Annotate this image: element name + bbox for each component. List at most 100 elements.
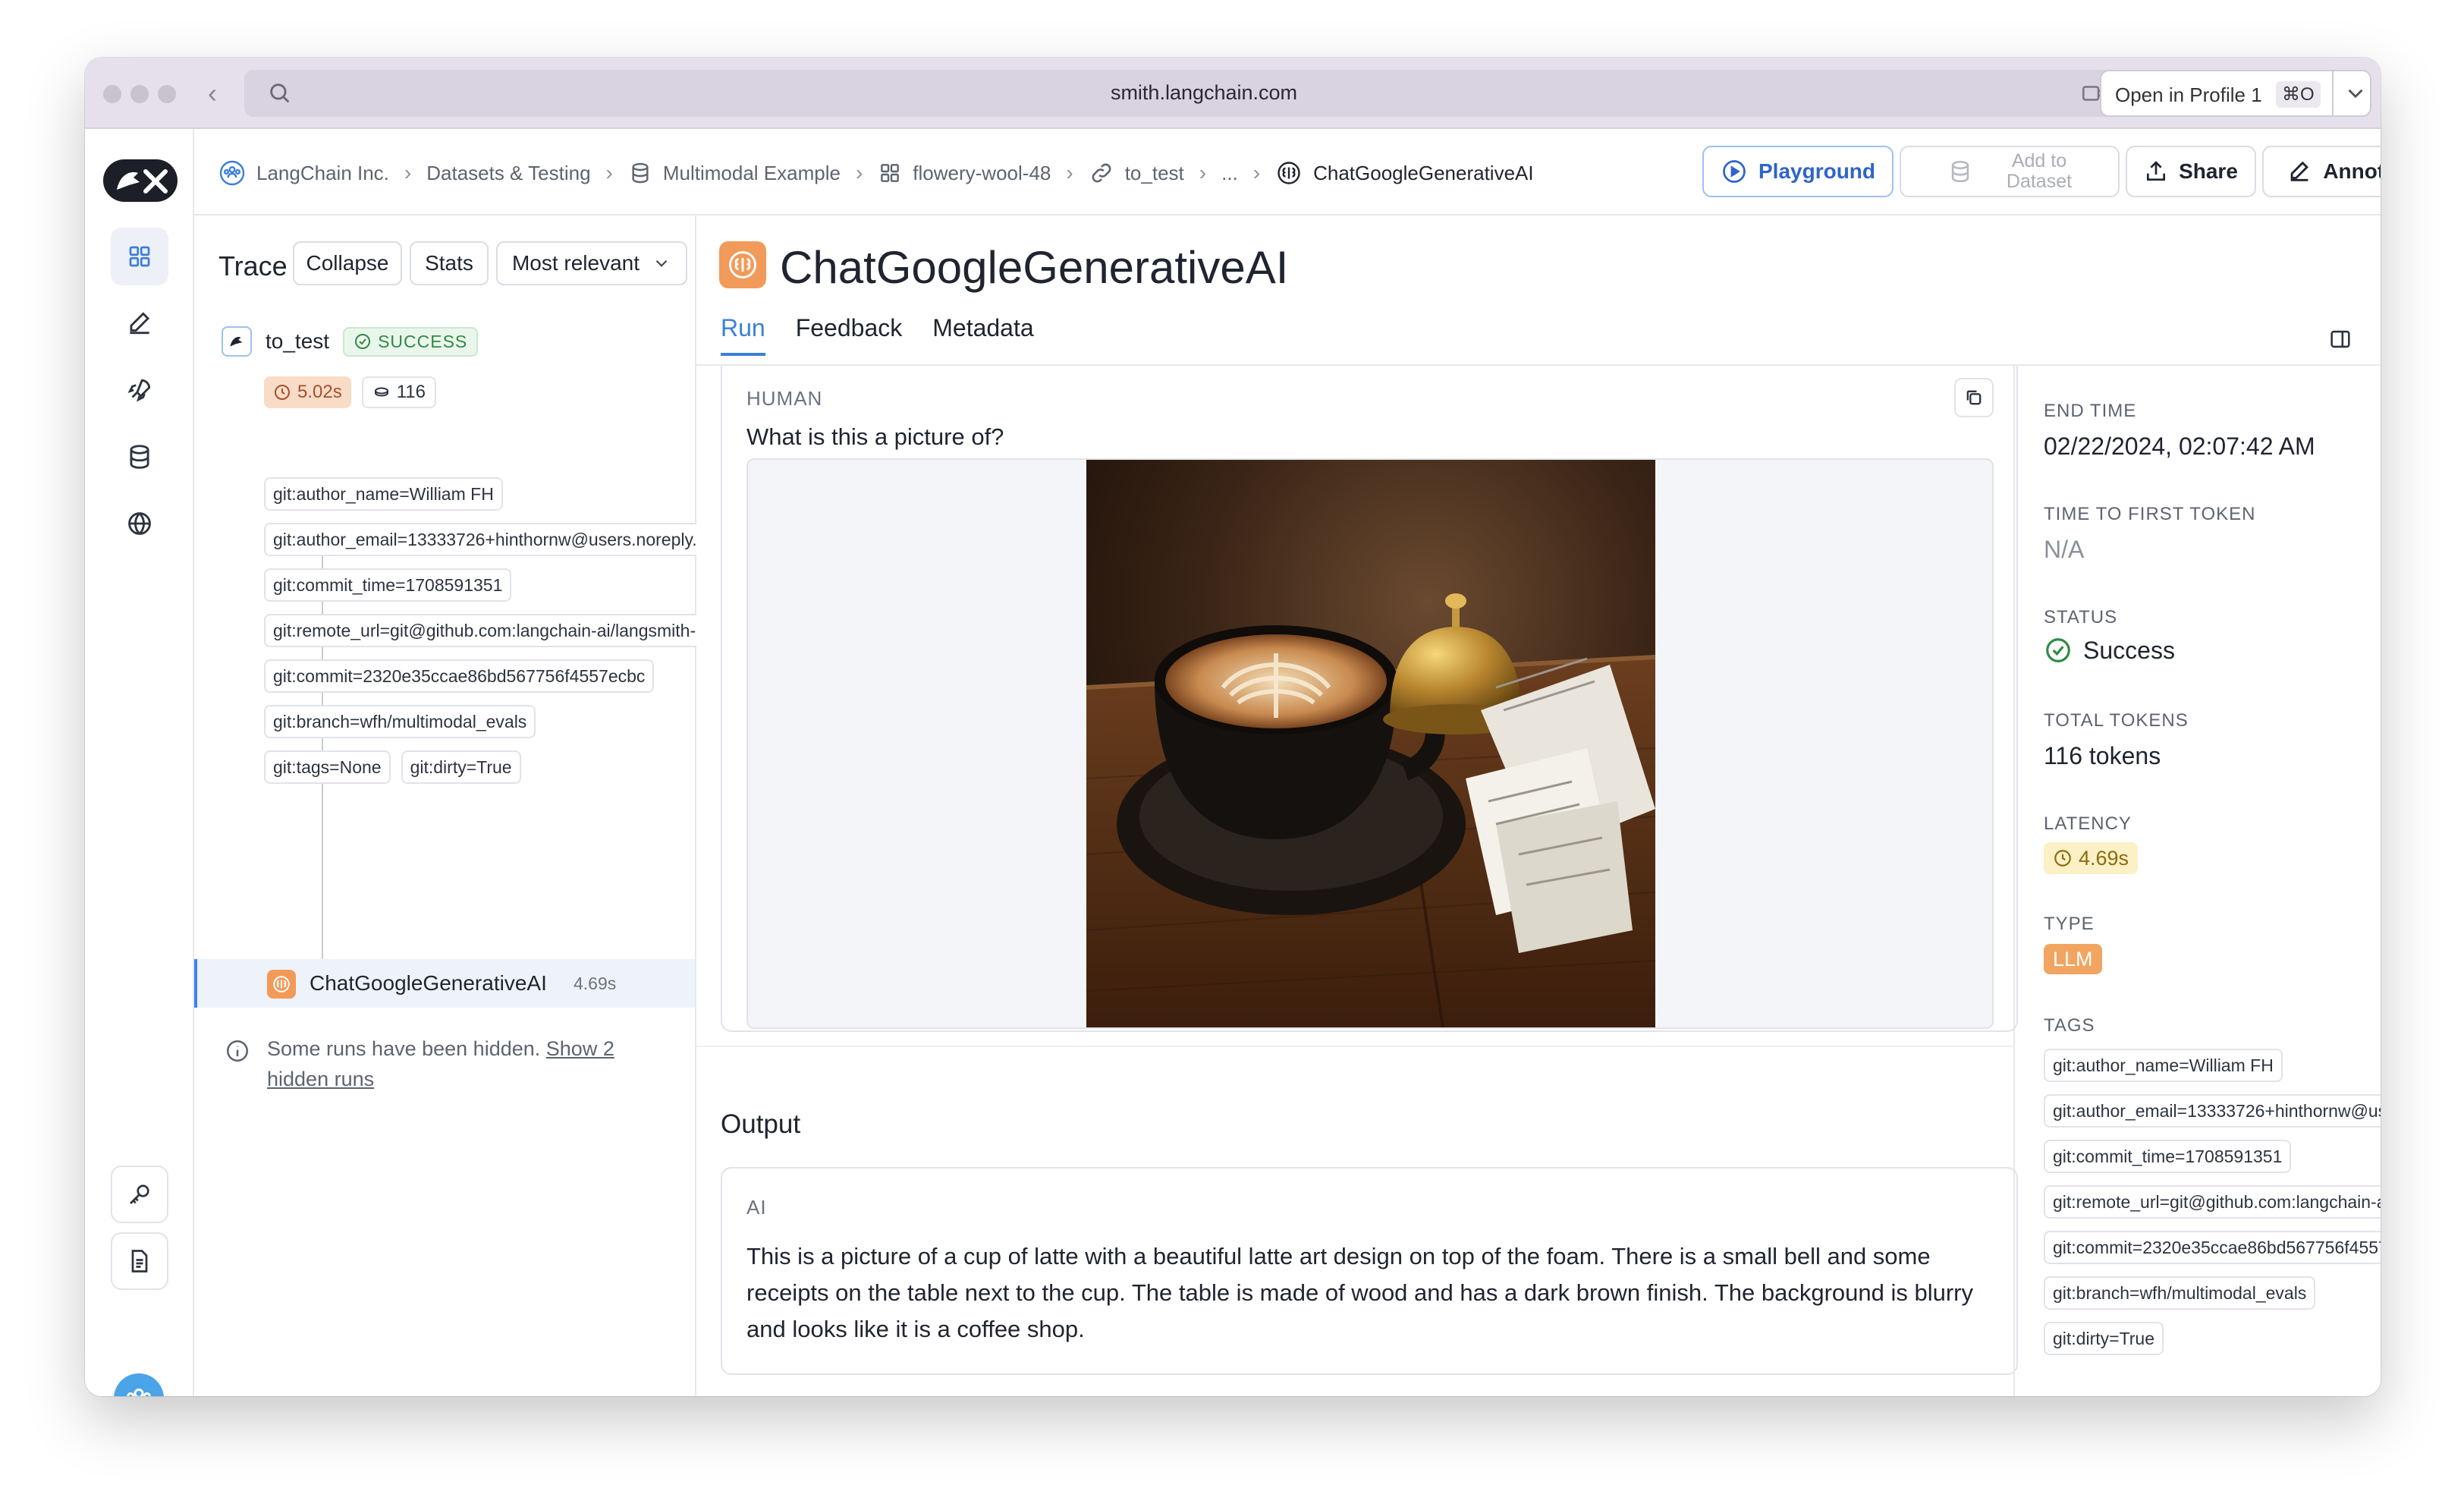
url-text: smith.langchain.com xyxy=(1110,81,1298,104)
chevron-right-icon: › xyxy=(404,161,412,184)
annotate-button[interactable]: Annotate xyxy=(2262,146,2381,197)
trace-child-node[interactable]: ChatGoogleGenerativeAI 4.69s xyxy=(194,959,695,1008)
profile-shortcut: ⌘O xyxy=(2276,81,2321,108)
status-value: Success xyxy=(2044,636,2175,665)
playground-button[interactable]: Playground xyxy=(1702,146,1894,197)
run-details-sidebar: END TIME 02/22/2024, 02:07:42 AM TIME TO… xyxy=(2016,366,2381,1396)
minimize-window-button[interactable] xyxy=(130,85,149,103)
message-role: AI xyxy=(746,1196,767,1219)
projects-nav-button[interactable] xyxy=(111,228,168,285)
organization-icon xyxy=(219,160,245,186)
llm-brain-icon xyxy=(729,251,756,278)
sort-dropdown[interactable]: Most relevant xyxy=(496,241,687,285)
annotate-label: Annotate xyxy=(2323,159,2381,183)
chevron-right-icon: › xyxy=(855,161,863,184)
database-icon xyxy=(1951,160,1969,183)
close-window-button[interactable] xyxy=(103,85,121,103)
breadcrumb-run[interactable]: to_test xyxy=(1089,160,1184,186)
tag-chip[interactable]: git:branch=wfh/multimodal_evals xyxy=(2044,1276,2316,1310)
token-value: 116 xyxy=(396,382,426,402)
tag-row: git:tags=None git:dirty=True xyxy=(264,750,696,796)
address-bar[interactable]: smith.langchain.com xyxy=(244,70,2164,117)
run-tabs: Run Feedback Metadata xyxy=(721,314,1034,356)
add-to-dataset-button[interactable]: Add to Dataset xyxy=(1900,146,2120,197)
rocket-icon xyxy=(127,379,151,402)
profile-divider xyxy=(2332,71,2334,115)
chevron-down-icon[interactable] xyxy=(2343,80,2368,106)
grid-icon xyxy=(129,246,150,267)
tag-chip[interactable]: git:commit=2320e35ccae86bd567756f4557ecb… xyxy=(264,659,655,693)
langchain-logo[interactable] xyxy=(103,159,178,202)
message-role: HUMAN xyxy=(746,387,823,410)
chain-link-icon xyxy=(1092,163,1111,183)
tab-metadata[interactable]: Metadata xyxy=(932,314,1033,356)
trace-tag-list: git:author_name=William FH git:author_em… xyxy=(264,477,696,796)
tag-chip[interactable]: git:author_name=William FH xyxy=(264,477,503,511)
breadcrumb-ellipsis[interactable]: ... xyxy=(1221,162,1238,185)
datasets-nav-button[interactable] xyxy=(111,428,168,486)
page-header: LangChain Inc. › Datasets & Testing › Mu… xyxy=(194,129,2381,215)
zoom-window-button[interactable] xyxy=(158,85,176,103)
share-label: Share xyxy=(2179,159,2238,183)
tag-chip[interactable]: git:author_name=William FH xyxy=(2044,1049,2283,1082)
grid-icon xyxy=(881,164,900,182)
breadcrumb-org[interactable]: LangChain Inc. xyxy=(218,159,389,187)
trace-root-node[interactable]: to_test SUCCESS xyxy=(222,326,479,357)
annotation-nav-button[interactable] xyxy=(111,294,168,352)
breadcrumb-dataset-label: Multimodal Example xyxy=(662,161,841,184)
browser-window: ‹ smith.langchain.com Open in Profile 1 … xyxy=(85,58,2381,1396)
llm-brain-icon xyxy=(273,976,290,993)
status-badge-label: SUCCESS xyxy=(378,331,468,351)
breadcrumb-org-label: LangChain Inc. xyxy=(256,161,389,184)
latency-label: LATENCY xyxy=(2044,813,2132,834)
tag-chip[interactable]: git:commit_time=1708591351 xyxy=(2044,1140,2292,1173)
breadcrumb-section[interactable]: Datasets & Testing xyxy=(426,162,590,185)
hidden-runs-note: Some runs have been hidden. Show 2 hidde… xyxy=(225,1033,649,1094)
chevron-right-icon: › xyxy=(1252,161,1261,184)
share-button[interactable]: Share xyxy=(2126,146,2256,197)
copy-button[interactable] xyxy=(1954,378,1994,417)
tag-chip[interactable]: git:author_email=13333726+hinthornw@user… xyxy=(264,523,696,556)
tag-chip[interactable]: git:commit=2320e35ccae86bd567756f4557ecb… xyxy=(2044,1231,2381,1264)
tags-label: TAGS xyxy=(2044,1015,2095,1036)
hub-nav-button[interactable] xyxy=(111,495,168,552)
profile-label: Open in Profile 1 xyxy=(2115,83,2262,106)
image-attachment xyxy=(746,458,1994,1029)
tag-chip[interactable]: git:dirty=True xyxy=(2044,1322,2164,1355)
tag-row: git:commit=2320e35ccae86bd567756f4557ecb… xyxy=(264,659,696,705)
latency-badge: 4.69s xyxy=(2044,842,2139,874)
sidebar-toggle-icon[interactable] xyxy=(2327,326,2353,352)
stats-button[interactable]: Stats xyxy=(410,241,489,285)
tag-chip[interactable]: git:remote_url=git@github.com:langchain-… xyxy=(264,614,696,647)
end-time-value: 02/22/2024, 02:07:42 AM xyxy=(2044,433,2315,460)
tag-chip[interactable]: git:commit_time=1708591351 xyxy=(264,568,512,602)
hidden-runs-message: Some runs have been hidden. xyxy=(267,1037,541,1060)
tag-chip[interactable]: git:tags=None xyxy=(264,750,391,784)
coins-icon xyxy=(374,387,388,397)
deployments-nav-button[interactable] xyxy=(111,361,168,419)
tag-row: git:commit_time=1708591351 xyxy=(264,568,696,614)
tag-chip[interactable]: git:author_email=13333726+hinthornw@user… xyxy=(2044,1094,2381,1128)
tab-run[interactable]: Run xyxy=(721,314,765,356)
tab-feedback[interactable]: Feedback xyxy=(796,314,903,356)
open-in-profile-button[interactable]: Open in Profile 1 ⌘O xyxy=(2100,70,2371,117)
back-arrow-icon[interactable]: ‹ xyxy=(208,77,217,109)
check-circle-icon xyxy=(2046,638,2070,662)
tokens-value: 116 tokens xyxy=(2044,742,2161,769)
database-icon xyxy=(130,445,149,469)
chevron-right-icon: › xyxy=(1199,161,1207,184)
tag-chip[interactable]: git:dirty=True xyxy=(401,750,521,784)
run-detail: ChatGoogleGenerativeAI Run Feedback Meta… xyxy=(696,215,2381,1396)
type-label: TYPE xyxy=(2044,914,2095,934)
pencil-icon xyxy=(130,312,150,335)
share-icon xyxy=(2147,161,2166,181)
docs-button[interactable] xyxy=(111,1232,168,1290)
tag-chip[interactable]: git:branch=wfh/multimodal_evals xyxy=(264,705,536,738)
breadcrumb-dataset[interactable]: Multimodal Example xyxy=(628,161,841,185)
collapse-button[interactable]: Collapse xyxy=(293,241,402,285)
tag-chip[interactable]: git:remote_url=git@github.com:langchain-… xyxy=(2044,1185,2381,1219)
organization-avatar[interactable] xyxy=(114,1373,164,1396)
api-keys-button[interactable] xyxy=(111,1166,168,1223)
breadcrumb-experiment[interactable]: flowery-wool-48 xyxy=(878,161,1051,185)
latency-badge: 5.02s xyxy=(264,376,351,408)
